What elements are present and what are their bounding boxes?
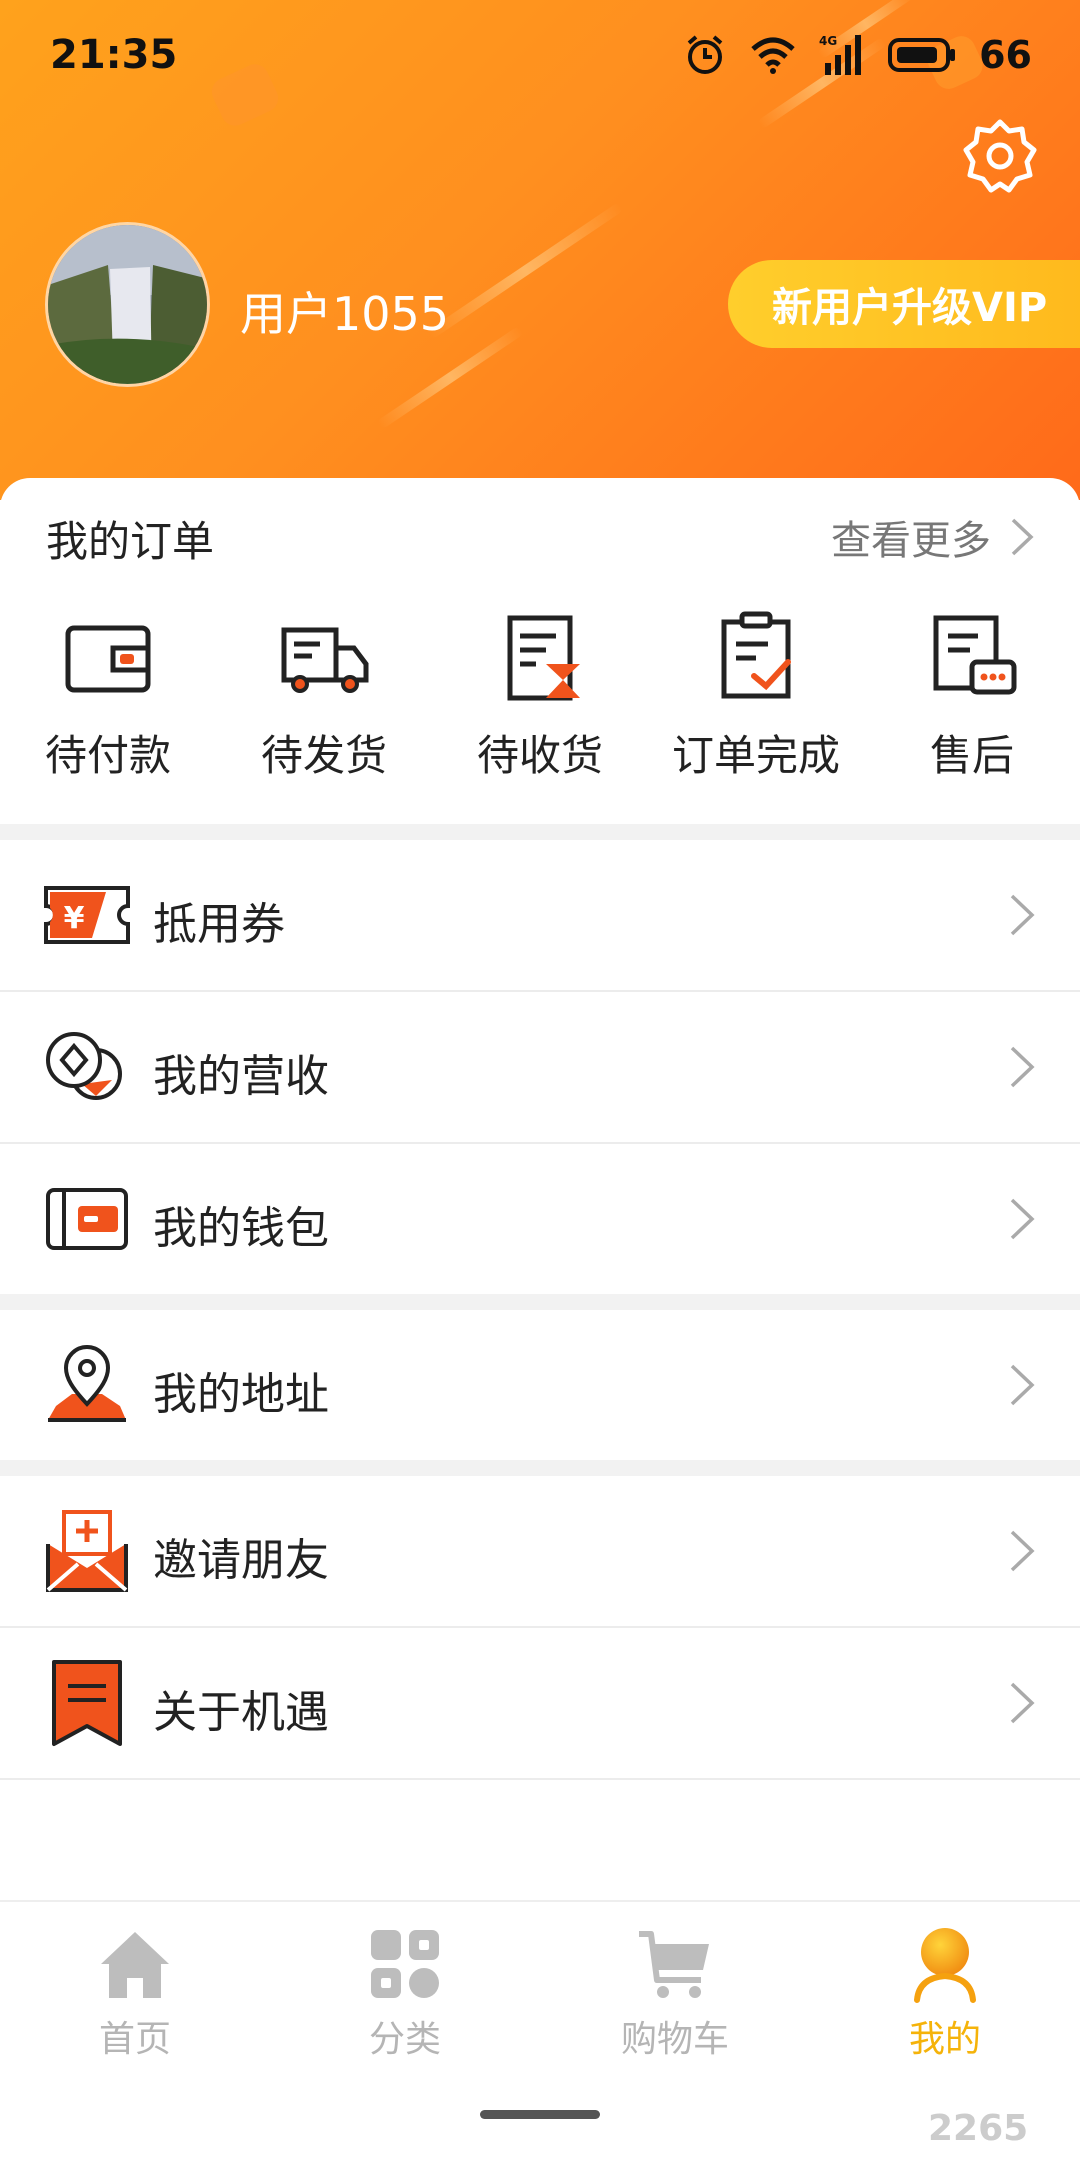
chevron-right-icon	[1011, 518, 1034, 556]
chevron-right-icon	[1010, 1530, 1035, 1572]
decor-streak	[427, 202, 624, 340]
tab-label: 购物车	[620, 2019, 729, 2060]
location-pin-icon	[48, 1345, 126, 1422]
section-gap	[0, 1294, 1080, 1310]
order-pending-receipt[interactable]: 待收货	[432, 608, 648, 798]
menu-label: 关于机遇	[153, 1687, 329, 1738]
orders-title: 我的订单	[46, 517, 215, 566]
coins-icon	[46, 1032, 122, 1100]
tab-profile[interactable]: 我的	[810, 1902, 1080, 2080]
tab-cart[interactable]: 购物车	[540, 1902, 810, 2080]
order-status-row: 待付款 待发货 待收货 订单完成 售后	[0, 608, 1080, 798]
shopping-cart-icon	[639, 1931, 709, 1998]
order-label: 待付款	[44, 731, 171, 780]
order-pending-payment[interactable]: 待付款	[0, 608, 216, 798]
chevron-right-icon	[1010, 894, 1035, 936]
section-gap	[0, 1460, 1080, 1476]
wallet-icon	[65, 625, 151, 693]
menu-item-invite[interactable]: 邀请朋友	[0, 1476, 1080, 1626]
order-pending-shipment[interactable]: 待发货	[216, 608, 432, 798]
profile-header: 21:35 4G 66 用户1055 新用户升级VIP	[0, 0, 1080, 500]
signal-icon: 4G	[819, 33, 865, 77]
svg-text:¥: ¥	[64, 901, 85, 936]
avatar[interactable]	[45, 222, 210, 387]
invite-envelope-icon	[46, 1510, 128, 1592]
order-after-sales[interactable]: 售后	[864, 608, 1080, 798]
menu-item-about[interactable]: 关于机遇	[0, 1628, 1080, 1778]
menu-label: 邀请朋友	[153, 1535, 329, 1586]
order-label: 待收货	[476, 731, 603, 780]
tab-label: 我的	[908, 2019, 981, 2060]
menu-item-address[interactable]: 我的地址	[0, 1310, 1080, 1460]
bookmark-icon	[52, 1660, 122, 1746]
chat-document-icon	[933, 615, 1017, 695]
bottom-tab-bar: 首页 分类 购物车 我的	[0, 1900, 1080, 2080]
menu-item-coupons[interactable]: ¥ 抵用券	[0, 840, 1080, 990]
checked-clipboard-icon	[721, 611, 791, 699]
menu-item-wallet[interactable]: 我的钱包	[0, 1144, 1080, 1294]
status-time: 21:35	[50, 32, 178, 78]
view-more-label: 查看更多	[831, 518, 991, 564]
home-icon	[101, 1932, 169, 1998]
network-type-label: 4G	[819, 34, 837, 48]
delivery-truck-icon	[281, 627, 369, 693]
tab-label: 首页	[98, 2019, 171, 2060]
chevron-right-icon	[1010, 1198, 1035, 1240]
chevron-right-icon	[1010, 1364, 1035, 1406]
vip-upgrade-button[interactable]: 新用户升级VIP	[728, 260, 1080, 348]
view-more-link[interactable]: 查看更多	[831, 508, 1035, 566]
tab-home[interactable]: 首页	[0, 1902, 270, 2080]
menu-label: 我的营收	[153, 1051, 329, 1102]
username: 用户1055	[240, 287, 450, 341]
order-label: 订单完成	[671, 731, 840, 780]
wallet-icon	[46, 1188, 128, 1250]
menu-label: 我的地址	[153, 1369, 329, 1420]
home-indicator[interactable]	[480, 2110, 600, 2119]
hourglass-document-icon	[507, 615, 580, 701]
order-completed[interactable]: 订单完成	[648, 608, 864, 798]
coupon-icon: ¥	[44, 886, 130, 944]
category-grid-icon	[371, 1930, 439, 1998]
status-bar: 21:35 4G 66	[0, 0, 1080, 110]
battery-percent: 66	[979, 33, 1032, 77]
menu-label: 抵用券	[153, 899, 285, 950]
divider	[0, 1778, 1080, 1780]
user-profile-icon	[914, 1928, 976, 2003]
order-label: 售后	[929, 731, 1014, 780]
menu-label: 我的钱包	[153, 1203, 329, 1254]
watermark: 2265	[928, 2108, 1029, 2149]
order-label: 待发货	[260, 731, 387, 780]
alarm-icon	[683, 33, 727, 77]
menu-item-revenue[interactable]: 我的营收	[0, 992, 1080, 1142]
battery-icon	[887, 37, 957, 73]
chevron-right-icon	[1010, 1682, 1035, 1724]
wifi-icon	[749, 35, 797, 75]
tab-category[interactable]: 分类	[270, 1902, 540, 2080]
orders-card: 我的订单 查看更多 待付款 待发货 待收货 订单完成 售后	[0, 478, 1080, 824]
chevron-right-icon	[1010, 1046, 1035, 1088]
section-gap	[0, 824, 1080, 840]
tab-label: 分类	[368, 2019, 441, 2060]
settings-gear-icon[interactable]	[960, 116, 1040, 196]
